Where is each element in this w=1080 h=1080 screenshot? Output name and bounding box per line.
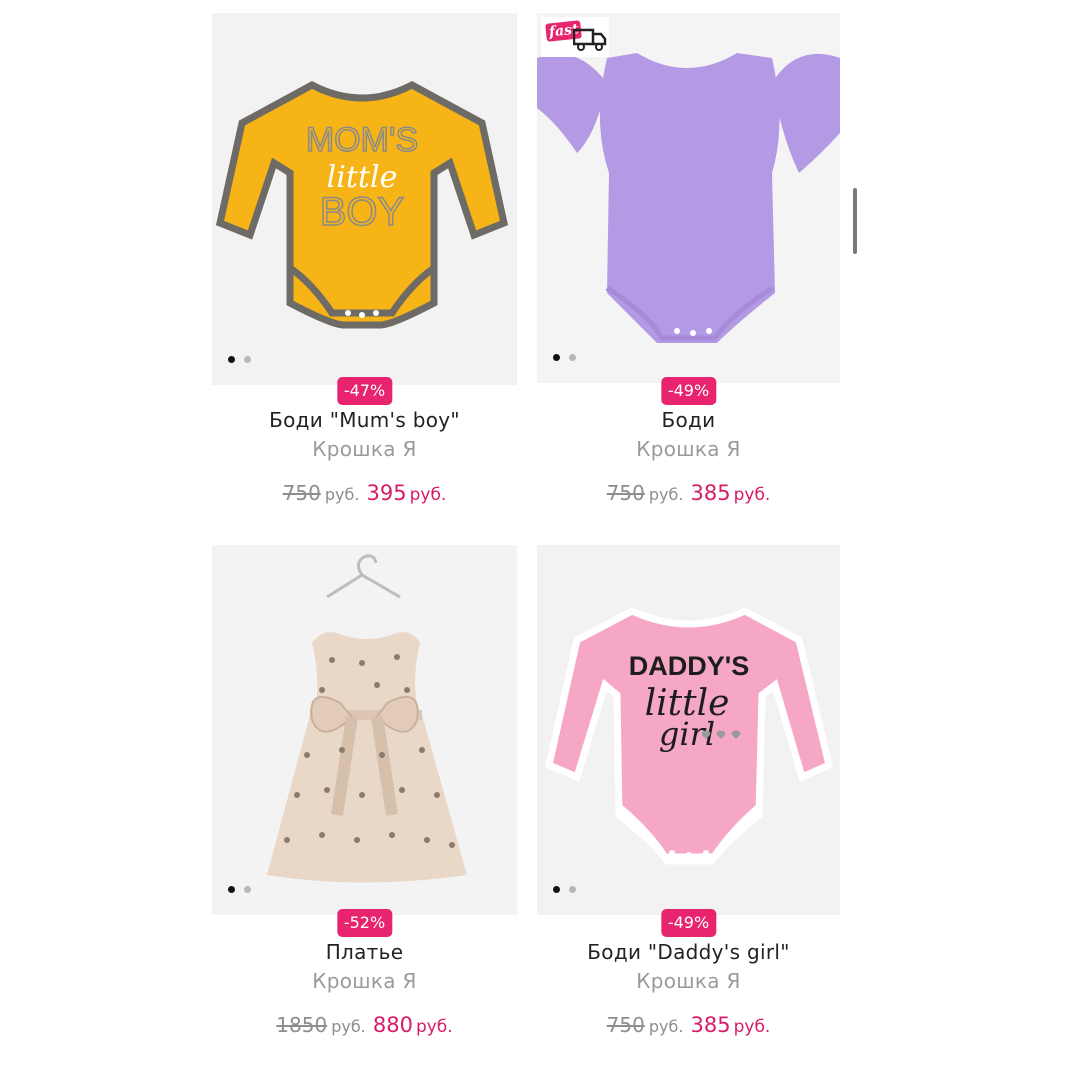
old-price-currency: руб. (324, 485, 360, 504)
svg-text:MOM'S: MOM'S (306, 121, 418, 159)
new-price-currency: руб. (409, 485, 447, 505)
product-card[interactable]: MOM'S little BOY -47% Боди "Mum's boy" К… (212, 13, 517, 505)
discount-badge: -52% (336, 909, 393, 937)
pager-dot[interactable] (569, 354, 576, 361)
bodysuit-illustration: DADDY'S little girl (544, 607, 834, 865)
product-name[interactable]: Платье (212, 940, 517, 964)
svg-text:DADDY'S: DADDY'S (629, 651, 749, 681)
product-brand: Крошка Я (312, 437, 417, 461)
old-price: 1850 (276, 1013, 328, 1037)
new-price-currency: руб. (415, 1017, 453, 1037)
old-price-currency: руб. (331, 1017, 366, 1036)
image-pager[interactable] (228, 886, 251, 893)
product-image[interactable] (212, 545, 517, 915)
pager-dot[interactable] (228, 356, 235, 363)
product-brand: Крошка Я (636, 969, 741, 993)
bodysuit-illustration: MOM'S little BOY (215, 81, 509, 329)
product-price: 750 руб. 385 руб. (537, 1013, 840, 1037)
image-pager[interactable] (553, 886, 576, 893)
product-image[interactable]: MOM'S little BOY (212, 13, 517, 385)
new-price: 385 (690, 481, 731, 505)
product-brand: Крошка Я (636, 437, 741, 461)
product-price: 750 руб. 385 руб. (537, 481, 840, 505)
dress-illustration (267, 554, 467, 883)
discount-badge: -47% (336, 377, 393, 405)
product-card[interactable]: -52% Платье Крошка Я 1850 руб. 880 руб. (212, 545, 517, 1037)
image-pager[interactable] (228, 356, 251, 363)
scrollbar-thumb[interactable] (853, 188, 857, 254)
bodysuit-illustration (537, 53, 840, 343)
product-price: 750 руб. 395 руб. (212, 481, 517, 505)
product-price: 1850 руб. 880 руб. (212, 1013, 517, 1037)
pager-dot[interactable] (569, 886, 576, 893)
truck-icon (573, 28, 607, 51)
product-name[interactable]: Боди (537, 408, 840, 432)
product-name[interactable]: Боди "Mum's boy" (212, 408, 517, 432)
old-price-currency: руб. (648, 485, 684, 504)
discount-badge: -49% (660, 909, 717, 937)
new-price: 880 (372, 1013, 413, 1037)
pager-dot[interactable] (228, 886, 235, 893)
pager-dot[interactable] (553, 354, 560, 361)
product-image[interactable]: fast (537, 13, 840, 383)
new-price-currency: руб. (733, 1017, 771, 1037)
old-price: 750 (606, 481, 645, 505)
new-price: 395 (366, 481, 407, 505)
old-price: 750 (606, 1013, 645, 1037)
new-price: 385 (690, 1013, 731, 1037)
fast-delivery-badge: fast (541, 17, 609, 57)
product-card[interactable]: fast -49% Боди Крошка Я 750 руб. 385 руб. (537, 13, 840, 505)
pager-dot[interactable] (244, 886, 251, 893)
pager-dot[interactable] (553, 886, 560, 893)
product-card[interactable]: DADDY'S little girl -49% Боди "Daddy's g… (537, 545, 840, 1037)
new-price-currency: руб. (733, 485, 771, 505)
old-price: 750 (282, 481, 321, 505)
product-name[interactable]: Боди "Daddy's girl" (537, 940, 840, 964)
pager-dot[interactable] (244, 356, 251, 363)
image-pager[interactable] (553, 354, 576, 361)
product-brand: Крошка Я (312, 969, 417, 993)
discount-badge: -49% (660, 377, 717, 405)
product-image[interactable]: DADDY'S little girl (537, 545, 840, 915)
svg-text:BOY: BOY (320, 190, 404, 234)
old-price-currency: руб. (648, 1017, 684, 1036)
